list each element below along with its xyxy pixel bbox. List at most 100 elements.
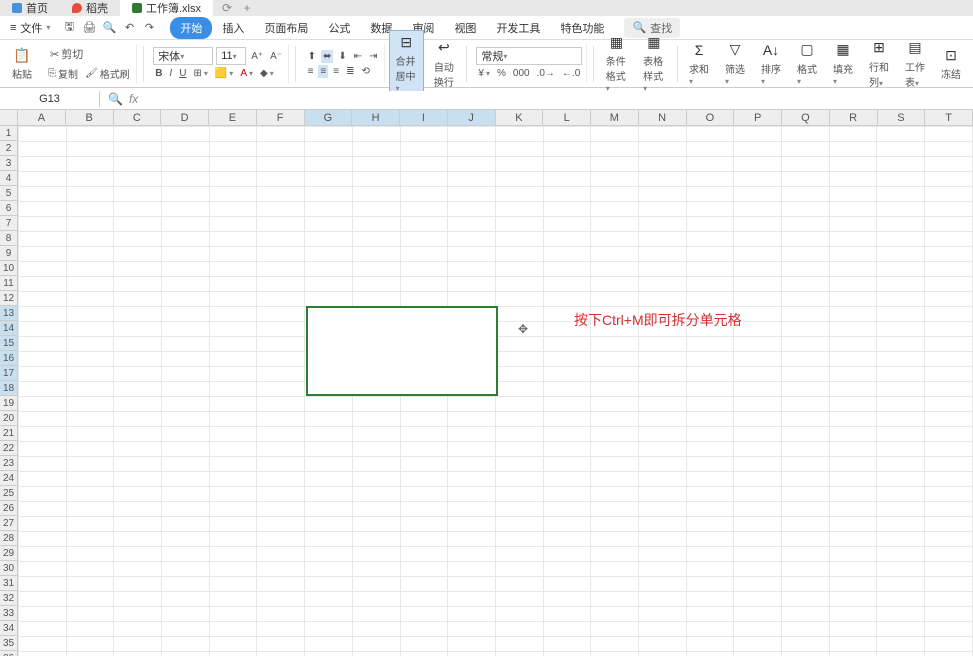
align-middle-button[interactable]: ⬌ (321, 50, 333, 63)
cell[interactable] (591, 157, 639, 172)
cell[interactable] (686, 157, 734, 172)
cell[interactable] (829, 337, 877, 352)
cell[interactable] (877, 307, 925, 322)
cell[interactable] (19, 472, 67, 487)
cell[interactable] (782, 427, 830, 442)
cell[interactable] (591, 457, 639, 472)
cell[interactable] (19, 292, 67, 307)
cell[interactable] (829, 292, 877, 307)
cell[interactable] (925, 292, 973, 307)
cell[interactable] (448, 637, 496, 652)
cell[interactable] (877, 292, 925, 307)
cell[interactable] (114, 382, 162, 397)
ribbon-tab-dev[interactable]: 开发工具 (486, 17, 550, 39)
column-header[interactable]: C (114, 110, 162, 125)
cell[interactable] (925, 247, 973, 262)
cell[interactable] (352, 247, 400, 262)
cell[interactable] (257, 532, 305, 547)
cell[interactable] (829, 562, 877, 577)
cell[interactable] (66, 127, 114, 142)
cell[interactable] (591, 637, 639, 652)
cell[interactable] (209, 487, 257, 502)
cell[interactable] (591, 472, 639, 487)
cell[interactable] (734, 187, 782, 202)
cell[interactable] (66, 232, 114, 247)
cell[interactable] (114, 352, 162, 367)
cell[interactable] (257, 367, 305, 382)
cell[interactable] (448, 247, 496, 262)
cell[interactable] (209, 457, 257, 472)
cell[interactable] (352, 217, 400, 232)
cell[interactable] (638, 262, 686, 277)
cell[interactable] (495, 187, 543, 202)
cell[interactable] (686, 217, 734, 232)
cell[interactable] (877, 562, 925, 577)
cell[interactable] (66, 442, 114, 457)
cell[interactable] (114, 292, 162, 307)
cell[interactable] (543, 202, 591, 217)
cell[interactable] (162, 247, 210, 262)
cell[interactable] (209, 442, 257, 457)
cell[interactable] (305, 397, 353, 412)
cell[interactable] (591, 397, 639, 412)
cell[interactable] (638, 217, 686, 232)
cell[interactable] (591, 262, 639, 277)
row-header[interactable]: 31 (0, 576, 17, 591)
row-header[interactable]: 5 (0, 186, 17, 201)
cell[interactable] (209, 217, 257, 232)
bold-button[interactable]: B (153, 67, 164, 80)
cell[interactable] (495, 502, 543, 517)
format-painter-button[interactable]: 🖌格式刷 (83, 65, 132, 82)
ribbon-tab-insert[interactable]: 插入 (212, 17, 254, 39)
cell[interactable] (925, 157, 973, 172)
cell[interactable] (162, 277, 210, 292)
cell[interactable] (209, 622, 257, 637)
cell[interactable] (495, 427, 543, 442)
decrease-decimal-button[interactable]: ←.0 (560, 67, 582, 80)
row-header[interactable]: 9 (0, 246, 17, 261)
cell[interactable] (400, 142, 448, 157)
cell[interactable] (114, 412, 162, 427)
cell[interactable] (877, 277, 925, 292)
cell[interactable] (686, 352, 734, 367)
cell[interactable] (448, 547, 496, 562)
column-header[interactable]: G (305, 110, 353, 125)
cell[interactable] (734, 472, 782, 487)
cell[interactable] (19, 652, 67, 656)
cell[interactable] (114, 457, 162, 472)
cell[interactable] (543, 187, 591, 202)
cell[interactable] (543, 217, 591, 232)
cell[interactable] (782, 637, 830, 652)
cell[interactable] (66, 202, 114, 217)
cell[interactable] (162, 157, 210, 172)
cell[interactable] (495, 637, 543, 652)
cell[interactable] (877, 532, 925, 547)
cell[interactable] (162, 487, 210, 502)
cell[interactable] (734, 517, 782, 532)
cell[interactable] (19, 412, 67, 427)
cell[interactable] (734, 172, 782, 187)
cell[interactable] (162, 637, 210, 652)
cell[interactable] (257, 457, 305, 472)
cell[interactable] (66, 352, 114, 367)
cell[interactable] (400, 187, 448, 202)
cell[interactable] (257, 142, 305, 157)
cell[interactable] (638, 127, 686, 142)
font-name-select[interactable]: 宋体▾ (153, 47, 213, 65)
cell[interactable] (638, 487, 686, 502)
cell[interactable] (543, 277, 591, 292)
cell[interactable] (209, 637, 257, 652)
cell[interactable] (400, 412, 448, 427)
cell[interactable] (19, 382, 67, 397)
cell[interactable] (162, 577, 210, 592)
cell[interactable] (19, 427, 67, 442)
cell[interactable] (400, 157, 448, 172)
cell[interactable] (19, 607, 67, 622)
cell[interactable] (257, 577, 305, 592)
cell[interactable] (448, 517, 496, 532)
cell[interactable] (782, 247, 830, 262)
cell[interactable] (782, 532, 830, 547)
cell[interactable] (638, 457, 686, 472)
column-header[interactable]: L (543, 110, 591, 125)
cell[interactable] (162, 337, 210, 352)
